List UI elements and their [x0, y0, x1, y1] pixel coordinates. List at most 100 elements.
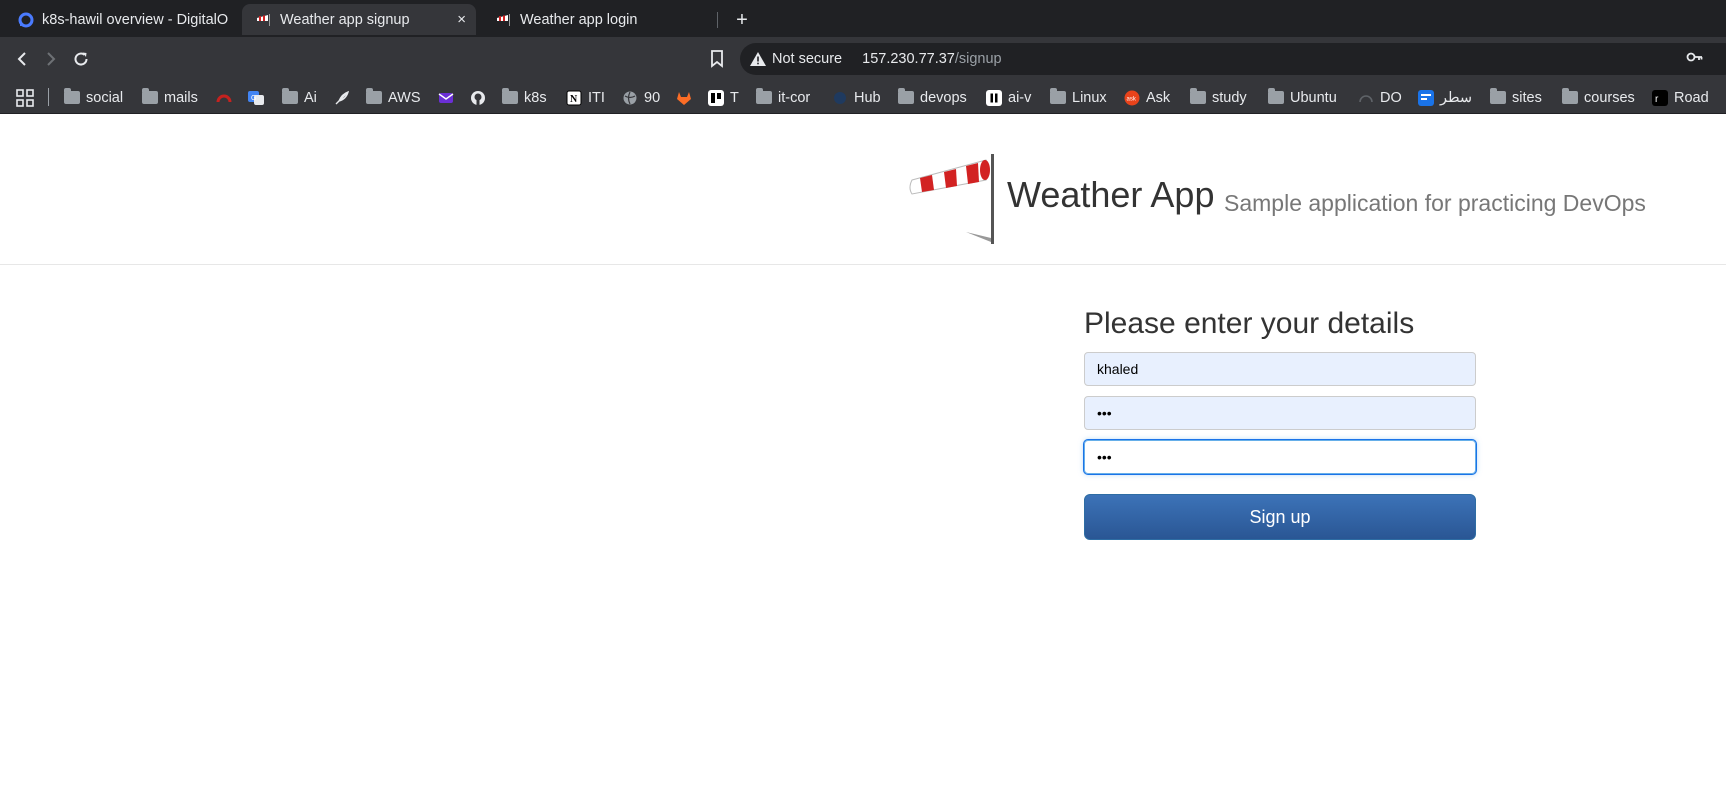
tab-strip: k8s-hawil overview - DigitalO Weather ap… — [0, 0, 1726, 37]
bookmark-label: Ask — [1146, 89, 1171, 106]
bookmark-hub[interactable]: Hub — [832, 85, 881, 110]
back-button[interactable] — [8, 45, 36, 73]
bookmark-label: سطر — [1440, 89, 1473, 106]
address-bar[interactable]: Not secure 157.230.77.37/signup — [740, 43, 1726, 75]
site-header: Weather App Sample application for pract… — [0, 114, 1726, 265]
sign-up-button[interactable]: Sign up — [1084, 494, 1476, 540]
bookmark-devops[interactable]: devops — [898, 85, 967, 110]
bookmark-sites[interactable]: sites — [1490, 85, 1542, 110]
folder-icon — [1562, 88, 1578, 104]
tab-digitalocean[interactable]: k8s-hawil overview - DigitalO — [4, 4, 236, 35]
bookmark-study[interactable]: study — [1190, 85, 1247, 110]
svg-text:N: N — [570, 94, 578, 105]
bookmark-speedometer[interactable] — [216, 85, 238, 110]
bookmark-label: Linux — [1072, 89, 1107, 106]
reload-button[interactable] — [67, 45, 95, 73]
url-path: /signup — [954, 51, 1002, 67]
bookmark-ai[interactable]: Ai — [282, 85, 317, 110]
mail-envelope-icon — [438, 92, 454, 103]
username-input[interactable] — [1084, 352, 1476, 386]
folder-icon — [1190, 88, 1206, 104]
bookmark-courses[interactable]: courses — [1562, 85, 1635, 110]
bookmarks-bar: social mails G Ai AWS k8s N ITI 90 T it-c… — [0, 81, 1726, 114]
browser-toolbar: Not secure 157.230.77.37/signup — [0, 37, 1726, 81]
folder-icon — [282, 88, 298, 104]
security-status[interactable]: Not secure — [772, 51, 842, 67]
bookmark-gitlab[interactable] — [676, 85, 698, 110]
folder-icon — [898, 88, 914, 104]
folder-icon — [1490, 88, 1506, 104]
bookmark-mail[interactable] — [438, 85, 460, 110]
bookmark-label: Hub — [854, 89, 881, 106]
bookmark-label: courses — [1584, 89, 1635, 106]
globe-icon — [623, 91, 637, 104]
roadmap-icon: r — [1652, 89, 1668, 106]
tab-title: Weather app signup — [280, 11, 410, 28]
bookmark-label: study — [1212, 89, 1247, 106]
bookmark-k8s[interactable]: k8s — [502, 85, 547, 110]
folder-icon — [1268, 88, 1284, 104]
bookmark-label: devops — [920, 89, 967, 106]
bookmark-page-button[interactable] — [704, 46, 730, 72]
apps-grid-icon — [16, 88, 34, 107]
bookmark-label: it-cor — [778, 89, 811, 106]
bookmark-do[interactable]: DO — [1358, 85, 1402, 110]
bookmark-90[interactable]: 90 — [622, 85, 660, 110]
windsock-logo — [909, 154, 994, 244]
password-input[interactable] — [1084, 396, 1476, 430]
new-tab-button[interactable]: + — [728, 6, 756, 34]
bookmark-trello[interactable]: T — [708, 85, 739, 110]
bookmark-feather[interactable] — [334, 85, 356, 110]
confirm-password-input[interactable] — [1083, 439, 1477, 475]
bookmark-label: social — [86, 89, 124, 106]
tab-title: k8s-hawil overview - DigitalO — [42, 11, 229, 28]
bookmark-mails[interactable]: mails — [142, 85, 198, 110]
gauge-icon — [1359, 94, 1373, 102]
app-title: Weather App — [1007, 174, 1215, 215]
bookmark-ai-v[interactable]: ai-v — [986, 85, 1031, 110]
bookmark-label: DO — [1380, 89, 1402, 106]
apps-button[interactable] — [16, 85, 34, 110]
close-tab-icon[interactable]: × — [457, 11, 466, 28]
ask-icon: ask — [1124, 90, 1140, 105]
password-key-icon[interactable] — [1686, 50, 1704, 64]
github-icon — [471, 90, 485, 105]
bookmark-label: Ubuntu — [1290, 89, 1337, 106]
bookmark-label: 90 — [644, 89, 661, 106]
bookmark-aws[interactable]: AWS — [366, 85, 421, 110]
bookmark-it-cor[interactable]: it-cor — [756, 85, 810, 110]
forward-arrow-icon — [47, 52, 56, 66]
docker-icon — [834, 91, 846, 104]
bookmark-linux[interactable]: Linux — [1050, 85, 1107, 110]
bookmarks-separator — [48, 88, 49, 106]
bookmark-ubuntu[interactable]: Ubuntu — [1268, 85, 1337, 110]
page-content: Weather App Sample application for pract… — [0, 114, 1726, 804]
bookmark-label: sites — [1512, 89, 1542, 106]
tab-weather-login[interactable]: Weather app login — [482, 4, 716, 35]
url-host: 157.230.77.37 — [862, 51, 955, 67]
bookmark-label: k8s — [524, 89, 547, 106]
tab-title: Weather app login — [520, 11, 638, 28]
tab-weather-signup[interactable]: Weather app signup × — [242, 4, 476, 35]
bookmark-label: ai-v — [1008, 89, 1032, 106]
bookmark-github[interactable] — [470, 85, 492, 110]
translate-icon: G — [248, 90, 264, 105]
back-arrow-icon — [17, 52, 26, 66]
form-heading: Please enter your details — [1084, 307, 1415, 340]
notion-icon: N — [566, 90, 582, 105]
bookmark-label: mails — [164, 89, 198, 106]
folder-icon — [64, 88, 80, 104]
bookmark-label: Road — [1674, 89, 1709, 106]
bookmark-iti[interactable]: N ITI — [566, 85, 605, 110]
bookmark-road[interactable]: r Road — [1652, 85, 1709, 110]
bookmark-label: ITI — [588, 89, 605, 106]
bookmark-translate[interactable]: G — [248, 85, 270, 110]
forward-button[interactable] — [37, 45, 65, 73]
signup-form: Please enter your details Sign up — [1083, 304, 1477, 540]
bookmark-satr[interactable]: سطر — [1418, 85, 1472, 110]
bookmark-social[interactable]: social — [64, 85, 123, 110]
feather-icon — [335, 90, 350, 104]
bookmark-ask[interactable]: ask Ask — [1124, 85, 1170, 110]
windsock-icon — [257, 13, 270, 26]
gitlab-icon — [677, 91, 691, 105]
